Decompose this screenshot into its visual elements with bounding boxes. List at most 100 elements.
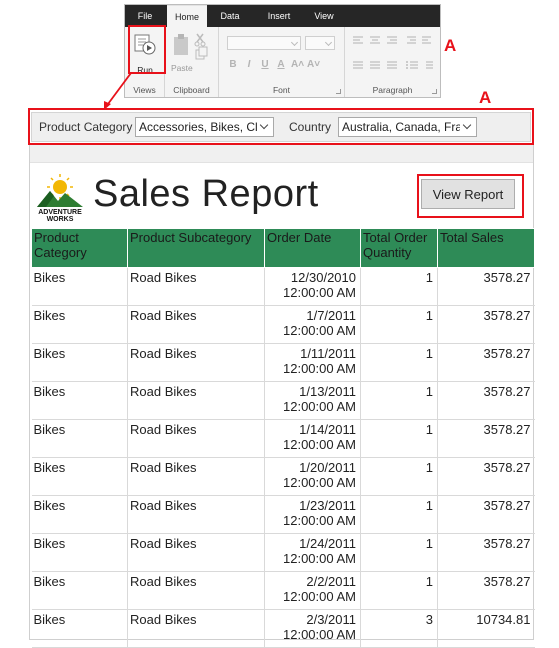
product-category-dropdown[interactable]: Accessories, Bikes, Cloth (135, 117, 274, 137)
view-report-button[interactable]: View Report (421, 179, 515, 209)
logo-line1: ADVENTURE (38, 209, 82, 216)
cell-total-sales: 10734.81 (437, 609, 535, 648)
cell-order-date: 2/3/2011 12:00:00 AM (264, 609, 361, 648)
order-date-value: 2/2/2011 (306, 574, 356, 589)
cell-quantity: 1 (360, 267, 438, 306)
country-value: Australia, Canada, Franc (342, 120, 475, 134)
cell-category: Bikes (31, 305, 128, 344)
cell-subcategory: Road Bikes (127, 381, 265, 420)
table-row: Bikes Road Bikes 1/23/2011 12:00:00 AM 1 3578… (31, 495, 535, 534)
order-time-value: 12:00:00 AM (283, 437, 356, 452)
order-time-value: 12:00:00 AM (283, 551, 356, 566)
table-row: Bikes Road Bikes 2/3/2011 12:00:00 AM 3 10734… (31, 609, 535, 648)
cell-total-sales: 3578.27 (437, 381, 535, 420)
cell-total-sales: 3578.27 (437, 571, 535, 610)
cell-subcategory: Road Bikes (127, 457, 265, 496)
cell-subcategory: Road Bikes (127, 419, 265, 458)
table-header-row: Product Category Product Subcategory Ord… (31, 228, 535, 268)
parameters-bar: Product Category Accessories, Bikes, Clo… (31, 112, 531, 142)
cell-category: Bikes (31, 609, 128, 648)
cell-order-date: 1/13/2011 12:00:00 AM (264, 381, 361, 420)
order-date-value: 1/7/2011 (306, 308, 356, 323)
order-date-value: 1/13/2011 (299, 384, 356, 399)
col-product-subcategory[interactable]: Product Subcategory (127, 228, 265, 268)
cell-order-date: 1/24/2011 12:00:00 AM (264, 533, 361, 572)
cell-quantity: 3 (360, 609, 438, 648)
chevron-down-icon (460, 118, 476, 136)
order-time-value: 12:00:00 AM (283, 399, 356, 414)
cell-total-sales: 3578.27 (437, 419, 535, 458)
table-row: Bikes Road Bikes 1/7/2011 12:00:00 AM 1 3578.… (31, 305, 535, 344)
col-product-category[interactable]: Product Category (31, 228, 128, 268)
order-date-value: 12/30/2010 (290, 270, 356, 285)
cell-subcategory: Road Bikes (127, 495, 265, 534)
cell-subcategory: Road Bikes (127, 343, 265, 382)
cell-category: Bikes (31, 571, 128, 610)
cell-subcategory: Road Bikes (127, 571, 265, 610)
cell-subcategory: Road Bikes (127, 609, 265, 648)
cell-total-sales: 3578.27 (437, 495, 535, 534)
col-order-date[interactable]: Order Date (264, 228, 361, 268)
table-row: Bikes Road Bikes 12/30/2010 12:00:00 AM 1 357… (31, 267, 535, 306)
cell-total-sales: 3578.27 (437, 267, 535, 306)
order-time-value: 12:00:00 AM (283, 627, 356, 642)
cell-category: Bikes (31, 343, 128, 382)
table-row: Bikes Road Bikes 1/20/2011 12:00:00 AM 1 3578… (31, 457, 535, 496)
sales-table: Product Category Product Subcategory Ord… (31, 228, 535, 648)
cell-total-sales: 3578.27 (437, 343, 535, 382)
cell-category: Bikes (31, 457, 128, 496)
table-row: Bikes Road Bikes 1/24/2011 12:00:00 AM 1 3578… (31, 533, 535, 572)
cell-subcategory: Road Bikes (127, 267, 265, 306)
cell-category: Bikes (31, 267, 128, 306)
order-time-value: 12:00:00 AM (283, 285, 356, 300)
col-total-order-quantity[interactable]: Total Order Quantity (360, 228, 438, 268)
cell-subcategory: Road Bikes (127, 305, 265, 344)
country-dropdown[interactable]: Australia, Canada, Franc (338, 117, 477, 137)
cell-quantity: 1 (360, 343, 438, 382)
order-time-value: 12:00:00 AM (283, 513, 356, 528)
country-label: Country (289, 120, 332, 134)
cell-order-date: 12/30/2010 12:00:00 AM (264, 267, 361, 306)
cell-category: Bikes (31, 533, 128, 572)
order-date-value: 1/24/2011 (299, 536, 356, 551)
col-total-sales[interactable]: Total Sales (437, 228, 535, 268)
cell-order-date: 1/23/2011 12:00:00 AM (264, 495, 361, 534)
order-date-value: 2/3/2011 (306, 612, 356, 627)
report-viewer: ADVENTURE WORKS Sales Report View Report… (29, 145, 535, 648)
cell-order-date: 1/11/2011 12:00:00 AM (264, 343, 361, 382)
cell-total-sales: 3578.27 (437, 305, 535, 344)
cell-quantity: 1 (360, 457, 438, 496)
table-row: Bikes Road Bikes 1/13/2011 12:00:00 AM 1 3578… (31, 381, 535, 420)
order-date-value: 1/11/2011 (300, 346, 356, 361)
cell-total-sales: 3578.27 (437, 533, 535, 572)
cell-order-date: 1/14/2011 12:00:00 AM (264, 419, 361, 458)
product-category-value: Accessories, Bikes, Cloth (139, 120, 274, 134)
cell-category: Bikes (31, 495, 128, 534)
adventure-works-logo: ADVENTURE WORKS (34, 171, 86, 223)
report-toolbar-strip (30, 145, 533, 163)
logo-line2: WORKS (47, 216, 74, 223)
order-date-value: 1/14/2011 (299, 422, 356, 437)
table-body: Bikes Road Bikes 12/30/2010 12:00:00 AM 1 357… (31, 267, 535, 648)
order-time-value: 12:00:00 AM (283, 323, 356, 338)
table-row: Bikes Road Bikes 1/14/2011 12:00:00 AM 1 3578… (31, 419, 535, 458)
cell-category: Bikes (31, 381, 128, 420)
cell-quantity: 1 (360, 495, 438, 534)
cell-total-sales: 3578.27 (437, 457, 535, 496)
order-date-value: 1/20/2011 (299, 460, 356, 475)
sun-mountain-icon: ADVENTURE WORKS (37, 174, 83, 223)
cell-quantity: 1 (360, 381, 438, 420)
cell-order-date: 1/7/2011 12:00:00 AM (264, 305, 361, 344)
order-time-value: 12:00:00 AM (283, 361, 356, 376)
product-category-label: Product Category (39, 120, 133, 134)
chevron-down-icon (257, 118, 273, 136)
cell-category: Bikes (31, 419, 128, 458)
report-title: Sales Report (93, 173, 319, 215)
cell-quantity: 1 (360, 533, 438, 572)
cell-quantity: 1 (360, 419, 438, 458)
order-time-value: 12:00:00 AM (283, 589, 356, 604)
order-time-value: 12:00:00 AM (283, 475, 356, 490)
table-row: Bikes Road Bikes 2/2/2011 12:00:00 AM 1 3578.… (31, 571, 535, 610)
cell-quantity: 1 (360, 305, 438, 344)
cell-order-date: 2/2/2011 12:00:00 AM (264, 571, 361, 610)
